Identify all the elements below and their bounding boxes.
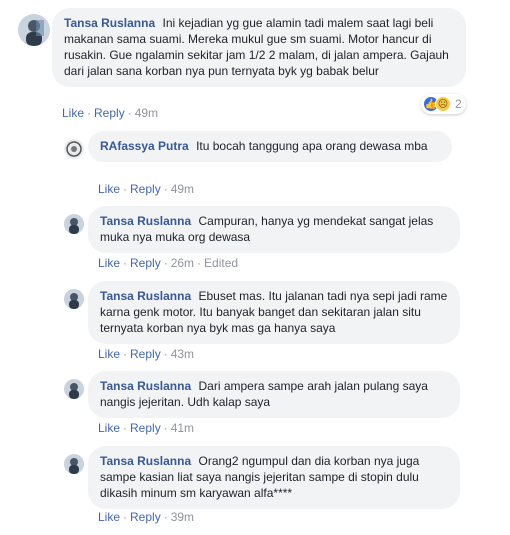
comment-text: Itu bocah tanggung apa orang dewasa mba xyxy=(196,139,428,153)
timestamp[interactable]: 49m xyxy=(135,106,158,120)
comment-actions: Like · Reply · 49m xyxy=(62,106,158,120)
commenter-name[interactable]: Tansa Ruslanna xyxy=(100,289,191,303)
reply-comment: Tansa Ruslanna Ebuset mas. Itu jalanan t… xyxy=(0,275,510,365)
avatar[interactable] xyxy=(64,289,84,309)
reply-link[interactable]: Reply xyxy=(94,106,125,120)
commenter-name[interactable]: Tansa Ruslanna xyxy=(64,16,155,30)
comment-bubble: Tansa Ruslanna Ebuset mas. Itu jalanan t… xyxy=(88,281,460,344)
comment-bubble: Tansa Ruslanna Dari ampera sampe arah ja… xyxy=(88,371,460,418)
like-link[interactable]: Like xyxy=(62,106,84,120)
avatar[interactable] xyxy=(18,14,50,46)
timestamp[interactable]: 43m xyxy=(171,347,194,361)
timestamp[interactable]: 39m xyxy=(171,510,194,524)
reply-comment: Tansa Ruslanna Dari ampera sampe arah ja… xyxy=(0,365,510,440)
avatar[interactable] xyxy=(64,379,84,399)
comment-bubble: Tansa Ruslanna Campuran, hanya yg mendek… xyxy=(88,206,460,253)
reply-link[interactable]: Reply xyxy=(130,256,161,270)
reply-link[interactable]: Reply xyxy=(130,347,161,361)
like-link[interactable]: Like xyxy=(98,421,120,435)
comment-actions: Like · Reply · 26m · Edited xyxy=(98,256,238,270)
edited-label[interactable]: Edited xyxy=(204,256,238,270)
like-link[interactable]: Like xyxy=(98,256,120,270)
timestamp[interactable]: 26m xyxy=(171,256,194,270)
comment-bubble: Tansa Ruslanna Orang2 ngumpul dan dia ko… xyxy=(88,446,460,509)
main-comment: Tansa Ruslanna Ini kejadian yg gue alami… xyxy=(0,0,510,125)
reply-link[interactable]: Reply xyxy=(130,421,161,435)
comment-actions: Like · Reply · 41m xyxy=(98,421,194,435)
separator-dot: · xyxy=(163,510,168,524)
separator-dot: · xyxy=(127,106,132,120)
comment-actions: Like · Reply · 43m xyxy=(98,347,194,361)
timestamp[interactable]: 41m xyxy=(171,421,194,435)
separator-dot: · xyxy=(163,182,168,196)
separator-dot: · xyxy=(197,256,202,270)
commenter-name[interactable]: Tansa Ruslanna xyxy=(100,214,191,228)
comment-actions: Like · Reply · 39m xyxy=(98,510,194,524)
comment-bubble: Tansa Ruslanna Ini kejadian yg gue alami… xyxy=(52,8,466,87)
reaction-count: 2 xyxy=(455,97,462,111)
reply-comment: Tansa Ruslanna Campuran, hanya yg mendek… xyxy=(0,200,510,275)
like-link[interactable]: Like xyxy=(98,182,120,196)
separator-dot: · xyxy=(163,256,168,270)
like-link[interactable]: Like xyxy=(98,510,120,524)
avatar[interactable] xyxy=(64,214,84,234)
separator-dot: · xyxy=(163,347,168,361)
separator-dot: · xyxy=(123,510,128,524)
commenter-name[interactable]: RAfassya Putra xyxy=(100,139,189,153)
separator-dot: · xyxy=(123,347,128,361)
avatar[interactable] xyxy=(64,139,84,159)
timestamp[interactable]: 49m xyxy=(171,182,194,196)
comment-bubble: RAfassya Putra Itu bocah tanggung apa or… xyxy=(88,131,452,162)
reply-comment: RAfassya Putra Itu bocah tanggung apa or… xyxy=(0,125,510,200)
sad-reaction-icon: ☹ xyxy=(435,96,451,112)
separator-dot: · xyxy=(123,421,128,435)
separator-dot: · xyxy=(123,182,128,196)
reply-comment: Tansa Ruslanna Orang2 ngumpul dan dia ko… xyxy=(0,440,510,535)
comment-actions: Like · Reply · 49m xyxy=(98,182,194,196)
reactions-summary[interactable]: 👍 ☹ 2 xyxy=(421,94,466,114)
separator-dot: · xyxy=(123,256,128,270)
avatar[interactable] xyxy=(64,454,84,474)
commenter-name[interactable]: Tansa Ruslanna xyxy=(100,379,191,393)
separator-dot: · xyxy=(87,106,92,120)
reply-link[interactable]: Reply xyxy=(130,182,161,196)
separator-dot: · xyxy=(163,421,168,435)
commenter-name[interactable]: Tansa Ruslanna xyxy=(100,454,191,468)
like-link[interactable]: Like xyxy=(98,347,120,361)
reply-link[interactable]: Reply xyxy=(130,510,161,524)
